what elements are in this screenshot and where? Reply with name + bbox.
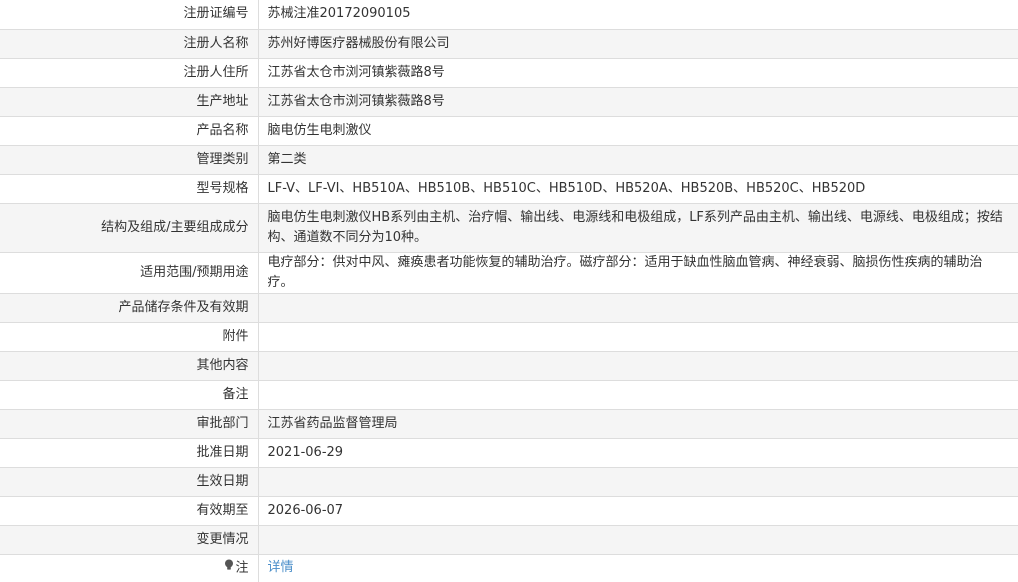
lightbulb-icon: [224, 558, 234, 578]
field-label: 注册证编号: [0, 0, 259, 30]
field-value: [258, 380, 1018, 410]
row-valid-until: 有效期至 2026-06-07: [0, 496, 1018, 526]
row-registrant-name: 注册人名称 苏州好博医疗器械股份有限公司: [0, 29, 1018, 59]
field-label: 批准日期: [0, 438, 259, 468]
field-value: [258, 525, 1018, 555]
field-value: 电疗部分：供对中风、瘫痪患者功能恢复的辅助治疗。磁疗部分：适用于缺血性脑血管病、…: [258, 252, 1018, 294]
field-label: 生效日期: [0, 467, 259, 497]
row-attachments: 附件: [0, 322, 1018, 352]
field-label: 注册人住所: [0, 58, 259, 88]
row-model-spec: 型号规格 LF-V、LF-VI、HB510A、HB510B、HB510C、HB5…: [0, 174, 1018, 204]
field-label: 注册人名称: [0, 29, 259, 59]
field-value: [258, 322, 1018, 352]
row-approval-department: 审批部门 江苏省药品监督管理局: [0, 409, 1018, 439]
field-value: 苏械注准20172090105: [258, 0, 1018, 30]
field-label: 其他内容: [0, 351, 259, 381]
field-value: [258, 467, 1018, 497]
row-storage-conditions: 产品储存条件及有效期: [0, 293, 1018, 323]
field-label: 管理类别: [0, 145, 259, 175]
field-label: 附件: [0, 322, 259, 352]
field-label: 备注: [0, 380, 259, 410]
field-label: 产品名称: [0, 116, 259, 146]
field-value: 2021-06-29: [258, 438, 1018, 468]
row-structure-composition: 结构及组成/主要组成成分 脑电仿生电刺激仪HB系列由主机、治疗帽、输出线、电源线…: [0, 203, 1018, 253]
row-remarks: 备注: [0, 380, 1018, 410]
row-note: 注 详情: [0, 554, 1018, 582]
row-effective-date: 生效日期: [0, 467, 1018, 497]
field-value: 第二类: [258, 145, 1018, 175]
field-value: [258, 293, 1018, 323]
registration-details-table: 注册证编号 苏械注准20172090105 注册人名称 苏州好博医疗器械股份有限…: [0, 0, 1018, 582]
field-label: 审批部门: [0, 409, 259, 439]
field-label: 有效期至: [0, 496, 259, 526]
row-intended-use: 适用范围/预期用途 电疗部分：供对中风、瘫痪患者功能恢复的辅助治疗。磁疗部分：适…: [0, 252, 1018, 294]
field-value: 脑电仿生电刺激仪: [258, 116, 1018, 146]
field-value: [258, 351, 1018, 381]
row-change-history: 变更情况: [0, 525, 1018, 555]
field-value: 江苏省太仓市浏河镇紫薇路8号: [258, 58, 1018, 88]
row-other-content: 其他内容: [0, 351, 1018, 381]
field-label: 变更情况: [0, 525, 259, 555]
field-value: 江苏省太仓市浏河镇紫薇路8号: [258, 87, 1018, 117]
note-label-cell: 注: [0, 554, 259, 582]
field-label: 生产地址: [0, 87, 259, 117]
field-label: 产品储存条件及有效期: [0, 293, 259, 323]
field-label: 型号规格: [0, 174, 259, 204]
field-label: 结构及组成/主要组成成分: [0, 203, 259, 253]
note-value-cell: 详情: [258, 554, 1018, 582]
row-production-address: 生产地址 江苏省太仓市浏河镇紫薇路8号: [0, 87, 1018, 117]
field-value: 江苏省药品监督管理局: [258, 409, 1018, 439]
row-registration-number: 注册证编号 苏械注准20172090105: [0, 0, 1018, 30]
field-value: 脑电仿生电刺激仪HB系列由主机、治疗帽、输出线、电源线和电极组成，LF系列产品由…: [258, 203, 1018, 253]
field-label: 适用范围/预期用途: [0, 252, 259, 294]
row-management-category: 管理类别 第二类: [0, 145, 1018, 175]
row-product-name: 产品名称 脑电仿生电刺激仪: [0, 116, 1018, 146]
field-value: 2026-06-07: [258, 496, 1018, 526]
field-value: LF-V、LF-VI、HB510A、HB510B、HB510C、HB510D、H…: [258, 174, 1018, 204]
row-registrant-address: 注册人住所 江苏省太仓市浏河镇紫薇路8号: [0, 58, 1018, 88]
field-value: 苏州好博医疗器械股份有限公司: [258, 29, 1018, 59]
row-approval-date: 批准日期 2021-06-29: [0, 438, 1018, 468]
